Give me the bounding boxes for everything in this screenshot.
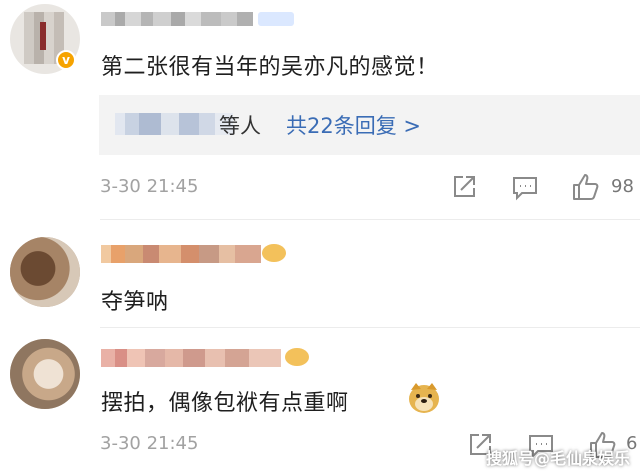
username-blurred[interactable]	[101, 245, 261, 263]
divider	[100, 327, 640, 328]
avatar[interactable]	[10, 237, 80, 307]
thumbs-up-icon[interactable]	[571, 172, 601, 202]
divider	[100, 219, 640, 220]
replier-names-blurred	[115, 113, 233, 135]
user-badge-icon	[262, 244, 286, 262]
comment-text: 摆拍，偶像包袱有点重啊	[101, 391, 349, 416]
comment-text: 夺笋呐	[101, 290, 169, 315]
username-blurred[interactable]	[101, 12, 253, 26]
comment-text: 第二张很有当年的吴亦凡的感觉！	[101, 55, 439, 80]
comment-timestamp: 3-30 21:45	[100, 176, 199, 197]
avatar[interactable]	[10, 339, 80, 409]
user-level-badge	[258, 12, 294, 26]
comment-timestamp: 3-30 21:45	[100, 433, 199, 454]
source-watermark: 搜狐号@毛仙泉娱乐	[486, 449, 631, 468]
user-badge-icon	[285, 348, 309, 366]
like-count: 98	[611, 176, 634, 197]
username-blurred[interactable]	[101, 349, 281, 367]
view-replies-link[interactable]: 共22条回复 >	[286, 110, 421, 140]
doge-emoji-icon	[406, 380, 442, 416]
reply-summary-suffix: 等人	[219, 114, 261, 138]
share-icon[interactable]	[451, 174, 477, 200]
comment-icon[interactable]	[511, 175, 539, 201]
verified-badge-icon: v	[56, 50, 76, 70]
reply-summary-box[interactable]: 等人 共22条回复 >	[99, 95, 640, 155]
